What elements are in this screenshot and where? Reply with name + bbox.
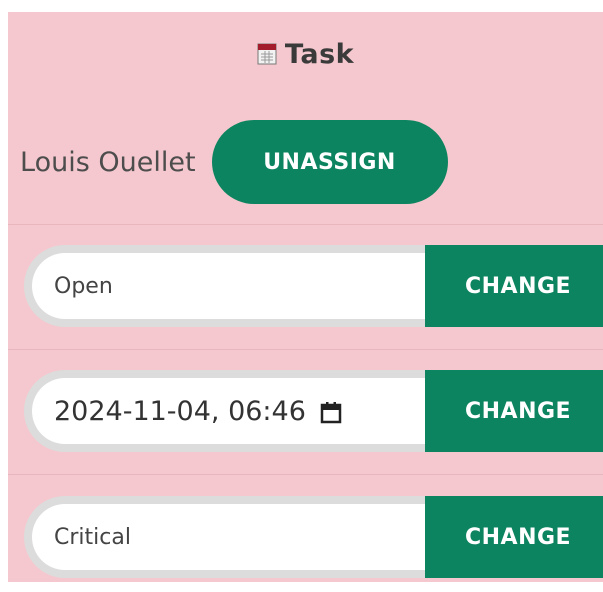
status-value: Open (54, 273, 113, 299)
status-row: Open CHANGE (8, 245, 603, 327)
priority-value: Critical (54, 524, 131, 550)
due-date-input[interactable]: 2024-11-04, 06:46 (32, 378, 432, 444)
status-field-frame: Open (24, 245, 432, 327)
priority-field-frame: Critical (24, 496, 432, 578)
priority-input[interactable]: Critical (32, 504, 432, 570)
change-priority-button[interactable]: CHANGE (425, 496, 603, 578)
calendar-icon[interactable] (320, 400, 342, 424)
change-due-date-button[interactable]: CHANGE (425, 370, 603, 452)
divider (8, 349, 603, 350)
status-input[interactable]: Open (32, 253, 432, 319)
page-title: Task (284, 38, 355, 70)
task-icon (257, 43, 277, 65)
divider (8, 224, 603, 225)
unassign-button[interactable]: UNASSIGN (211, 120, 448, 204)
divider (8, 474, 603, 475)
assignment-row: Louis Ouellet UNASSIGN (8, 120, 603, 204)
assignee-name: Louis Ouellet (20, 146, 196, 178)
change-status-button[interactable]: CHANGE (425, 245, 603, 327)
due-date-field-frame: 2024-11-04, 06:46 (24, 370, 432, 452)
due-date-row: 2024-11-04, 06:46 CHANGE (8, 370, 603, 452)
task-panel: Task Louis Ouellet UNASSIGN Open CHANGE … (8, 12, 603, 582)
priority-row: Critical CHANGE (8, 496, 603, 578)
task-header: Task (8, 12, 603, 96)
due-date-value: 2024-11-04, 06:46 (54, 395, 306, 427)
